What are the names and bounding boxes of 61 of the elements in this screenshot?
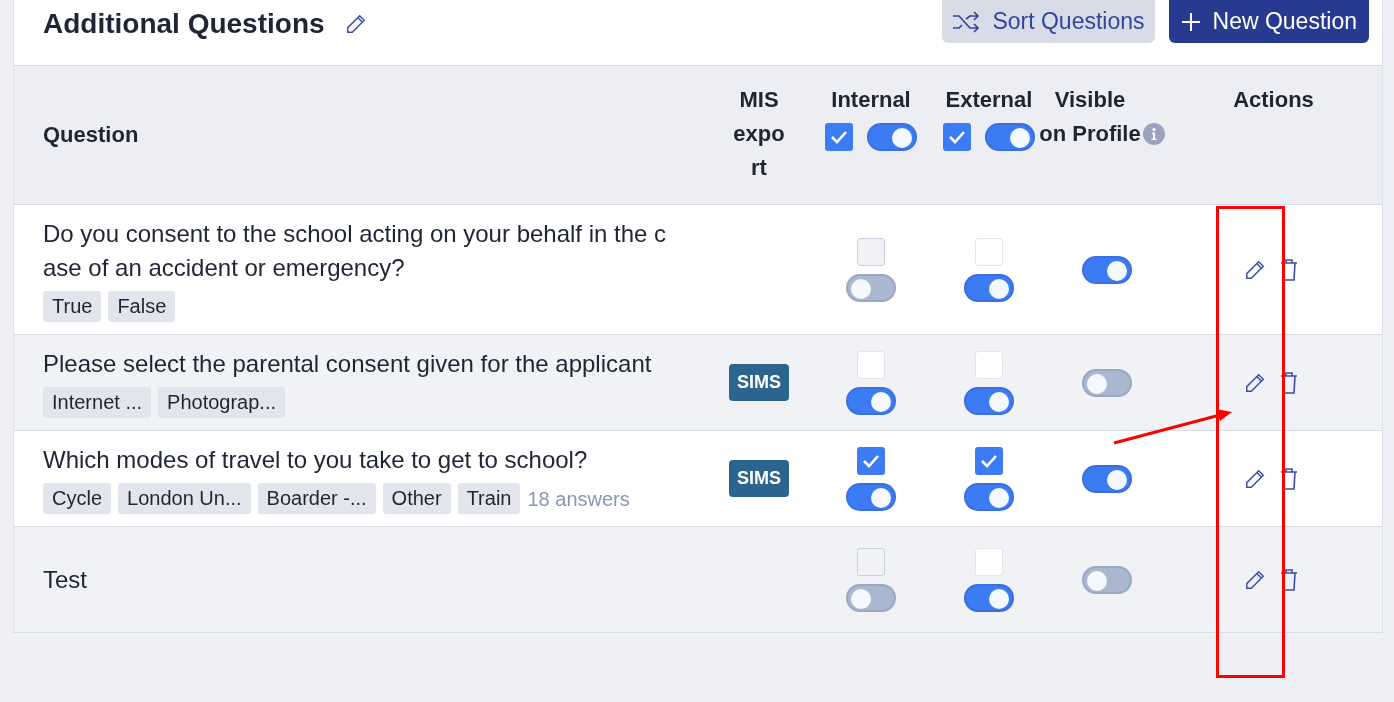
checkbox[interactable] (825, 123, 853, 151)
toggle-switch[interactable] (1082, 464, 1132, 493)
answer-tag: False (108, 291, 176, 322)
column-header: Internal (831, 86, 911, 114)
answer-count: 18 answers (527, 486, 630, 512)
column-header: External (945, 86, 1033, 114)
checkbox[interactable] (857, 350, 885, 379)
toggle-switch[interactable] (846, 482, 896, 511)
edit-icon[interactable] (1244, 467, 1266, 490)
toggle-switch[interactable] (964, 273, 1014, 302)
trash-icon[interactable] (1280, 568, 1298, 591)
mis-export-badge: SIMS (729, 364, 789, 401)
answer-tag: Train (457, 483, 521, 514)
checkbox[interactable] (975, 446, 1003, 475)
toggle-switch[interactable] (964, 583, 1014, 612)
checkbox[interactable] (857, 446, 885, 475)
question-text: Do you consent to the school acting on your behalf in the case of an accident or emergency? (43, 219, 668, 283)
answer-tag: Photograp... (158, 387, 286, 418)
answer-tag: Internet ... (43, 387, 152, 418)
answer-tag: London Un... (118, 483, 251, 514)
answer-tag: Other (382, 483, 451, 514)
question-text: Test (43, 564, 88, 595)
edit-icon[interactable] (1244, 371, 1266, 394)
toggle-switch[interactable] (985, 123, 1035, 151)
toggle-switch[interactable] (846, 386, 896, 415)
toggle-switch[interactable] (867, 123, 917, 151)
mis-export-badge: SIMS (729, 460, 789, 497)
trash-icon[interactable] (1280, 371, 1298, 394)
toggle-switch[interactable] (1082, 255, 1132, 284)
edit-icon[interactable] (1244, 568, 1266, 591)
sort-questions-button[interactable]: Sort Questions (942, 0, 1155, 43)
trash-icon[interactable] (1280, 467, 1298, 490)
plus-icon (1180, 11, 1201, 32)
question-text: Please select the parental consent given for the applicant (43, 349, 653, 379)
answer-tag: Cycle (43, 483, 111, 514)
checkmark-icon (980, 453, 998, 468)
answer-tag: Boarder -... (257, 483, 376, 514)
checkbox[interactable] (975, 350, 1003, 379)
checkbox[interactable] (975, 547, 1003, 576)
answer-tag: True (43, 291, 102, 322)
checkmark-icon (948, 130, 966, 144)
info-icon[interactable] (1143, 123, 1165, 145)
page-title: Additional Questions (43, 7, 325, 41)
checkbox[interactable] (943, 123, 971, 151)
trash-icon[interactable] (1280, 258, 1298, 281)
edit-icon[interactable] (1244, 258, 1266, 281)
checkbox[interactable] (975, 237, 1003, 266)
toggle-switch[interactable] (964, 386, 1014, 415)
column-header: Visible on Profile (1039, 86, 1141, 148)
new-question-button[interactable]: New Question (1168, 0, 1369, 43)
shuffle-icon (952, 10, 981, 33)
checkmark-icon (830, 130, 848, 144)
toggle-switch[interactable] (1082, 368, 1132, 397)
column-header: Question (43, 121, 139, 149)
toggle-switch[interactable] (1082, 565, 1132, 594)
checkmark-icon (862, 453, 880, 468)
column-header: MIS export (733, 86, 785, 182)
pencil-icon[interactable] (344, 13, 367, 35)
toggle-switch[interactable] (964, 482, 1014, 511)
column-header: Actions (1233, 86, 1314, 114)
question-text: Which modes of travel to you take to get to school? (43, 445, 589, 475)
